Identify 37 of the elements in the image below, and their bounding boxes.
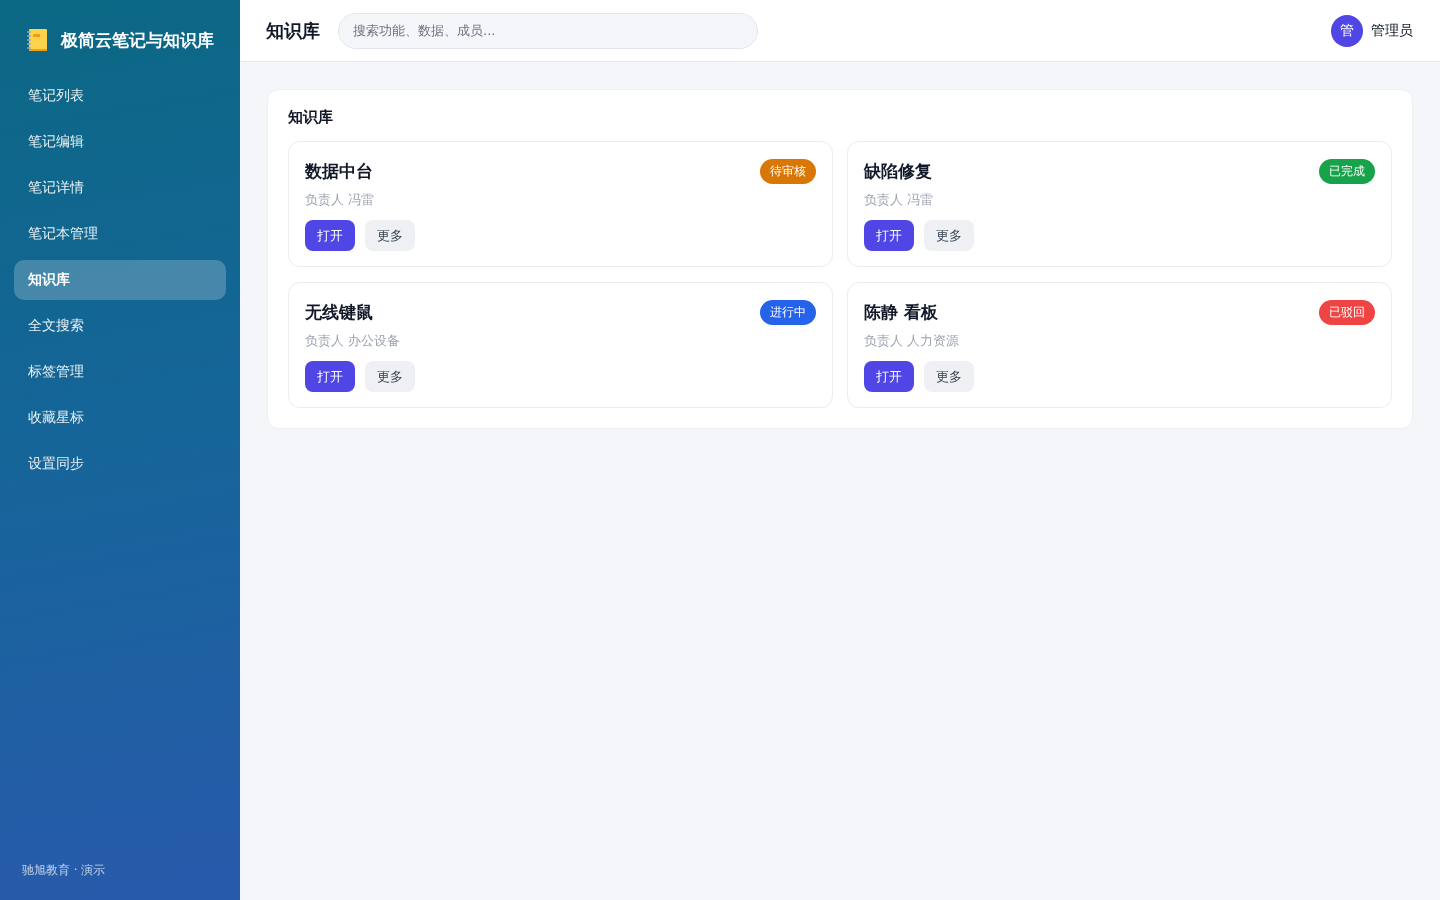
card-title: 数据中台 xyxy=(305,159,373,183)
status-badge: 待审核 xyxy=(760,158,816,184)
sidebar-item[interactable]: 知识库 xyxy=(14,260,226,300)
open-button[interactable]: 打开 xyxy=(864,361,914,392)
owner-text: 负责人 冯雷 xyxy=(864,191,935,209)
user-name: 管理员 xyxy=(1371,21,1413,40)
more-button[interactable]: 更多 xyxy=(365,361,415,392)
open-button[interactable]: 打开 xyxy=(305,361,355,392)
sidebar-item[interactable]: 收藏星标 xyxy=(14,398,226,438)
user-avatar[interactable]: 管 xyxy=(1331,14,1363,47)
page-title: 知识库 xyxy=(266,18,320,43)
sidebar-item[interactable]: 笔记本管理 xyxy=(14,214,226,254)
status-badge: 进行中 xyxy=(760,299,816,325)
footer-text: 驰旭教育 · 演示 xyxy=(21,862,107,879)
open-button[interactable]: 打开 xyxy=(305,220,355,251)
card-title: 陈静 看板 xyxy=(864,300,938,324)
owner-text: 负责人 办公设备 xyxy=(305,332,402,350)
sidebar-item[interactable]: 笔记编辑 xyxy=(14,122,226,162)
sidebar-item[interactable]: 全文搜索 xyxy=(14,306,226,346)
card-title: 缺陷修复 xyxy=(864,159,932,183)
status-badge: 已驳回 xyxy=(1319,299,1375,325)
sidebar-item[interactable]: 设置同步 xyxy=(14,444,226,484)
owner-text: 负责人 冯雷 xyxy=(305,191,376,209)
panel-title: 知识库 xyxy=(288,108,334,127)
sidebar-item[interactable]: 笔记列表 xyxy=(14,76,226,116)
sidebar-item[interactable]: 笔记详情 xyxy=(14,168,226,208)
more-button[interactable]: 更多 xyxy=(924,361,974,392)
sidebar-item[interactable]: 标签管理 xyxy=(14,352,226,392)
more-button[interactable]: 更多 xyxy=(924,220,974,251)
app-title: 极简云笔记与知识库 xyxy=(61,28,214,52)
card-title: 无线键鼠 xyxy=(305,300,373,324)
open-button[interactable]: 打开 xyxy=(864,220,914,251)
notebook-icon xyxy=(27,29,47,51)
search-field[interactable]: 搜索功能、数据、成员... xyxy=(338,12,758,49)
owner-text: 负责人 人力资源 xyxy=(864,332,961,350)
status-badge: 已完成 xyxy=(1319,158,1375,184)
more-button[interactable]: 更多 xyxy=(365,220,415,251)
